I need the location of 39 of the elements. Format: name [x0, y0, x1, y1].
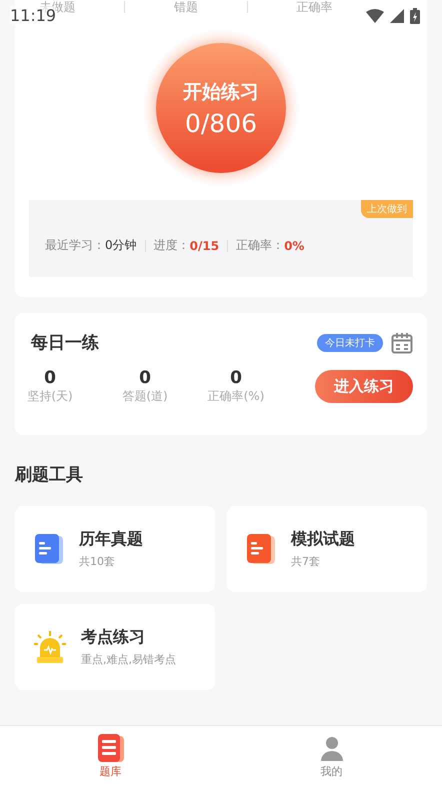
stat-value: 0/15 — [190, 238, 220, 252]
signal-icon — [390, 8, 404, 22]
stat-label: 最近学习： — [45, 237, 105, 254]
tool-subtitle: 共7套 — [291, 554, 321, 569]
stat-value: 0 — [139, 368, 151, 388]
enter-practice-button[interactable]: 进入练习 — [315, 370, 413, 403]
stat-label: 正确率 — [296, 0, 333, 14]
tab[interactable]: 我的 — [221, 726, 442, 786]
start-practice-button[interactable]: 开始练习 0/806 — [156, 43, 286, 173]
stat-value: 0 — [44, 368, 56, 388]
stat-label: 坚持(天) — [27, 388, 73, 405]
tool-subtitle: 重点,难点,易错考点 — [81, 652, 176, 667]
calendar-icon[interactable] — [391, 332, 413, 354]
stat-label: 正确率： — [236, 237, 284, 254]
tool-title: 考点练习 — [81, 627, 146, 648]
tool-title: 模拟试题 — [291, 529, 355, 550]
section-title: 每日一练 — [31, 332, 99, 354]
stat-value: 0分钟 — [105, 237, 137, 254]
stat-label: 正确率(%) — [208, 388, 264, 405]
last-session-badge: 上次做到 — [361, 200, 413, 218]
section-title: 刷题工具 — [15, 464, 84, 486]
check-in-badge: 今日未打卡 — [317, 334, 383, 352]
stat-label: 错题 — [174, 0, 198, 14]
stat-value: 0% — [284, 238, 304, 252]
stat-label: 进度： — [154, 237, 190, 254]
tool-subtitle: 共10套 — [79, 554, 116, 569]
alarm-light-icon — [33, 630, 67, 664]
document-icon — [33, 533, 65, 565]
tool-card[interactable]: 历年真题 共10套 — [15, 506, 215, 592]
tab[interactable]: 题库 — [0, 726, 221, 786]
tool-card[interactable]: 模拟试题 共7套 — [227, 506, 427, 592]
tool-title: 历年真题 — [79, 529, 143, 550]
battery-icon — [410, 8, 420, 24]
wifi-icon — [366, 8, 384, 22]
stat-label: 答题(道) — [122, 388, 168, 405]
document-icon — [245, 533, 277, 565]
tool-card[interactable]: 考点练习 重点,难点,易错考点 — [15, 604, 215, 690]
stat-value: 0 — [230, 368, 242, 388]
list-icon — [96, 733, 126, 763]
